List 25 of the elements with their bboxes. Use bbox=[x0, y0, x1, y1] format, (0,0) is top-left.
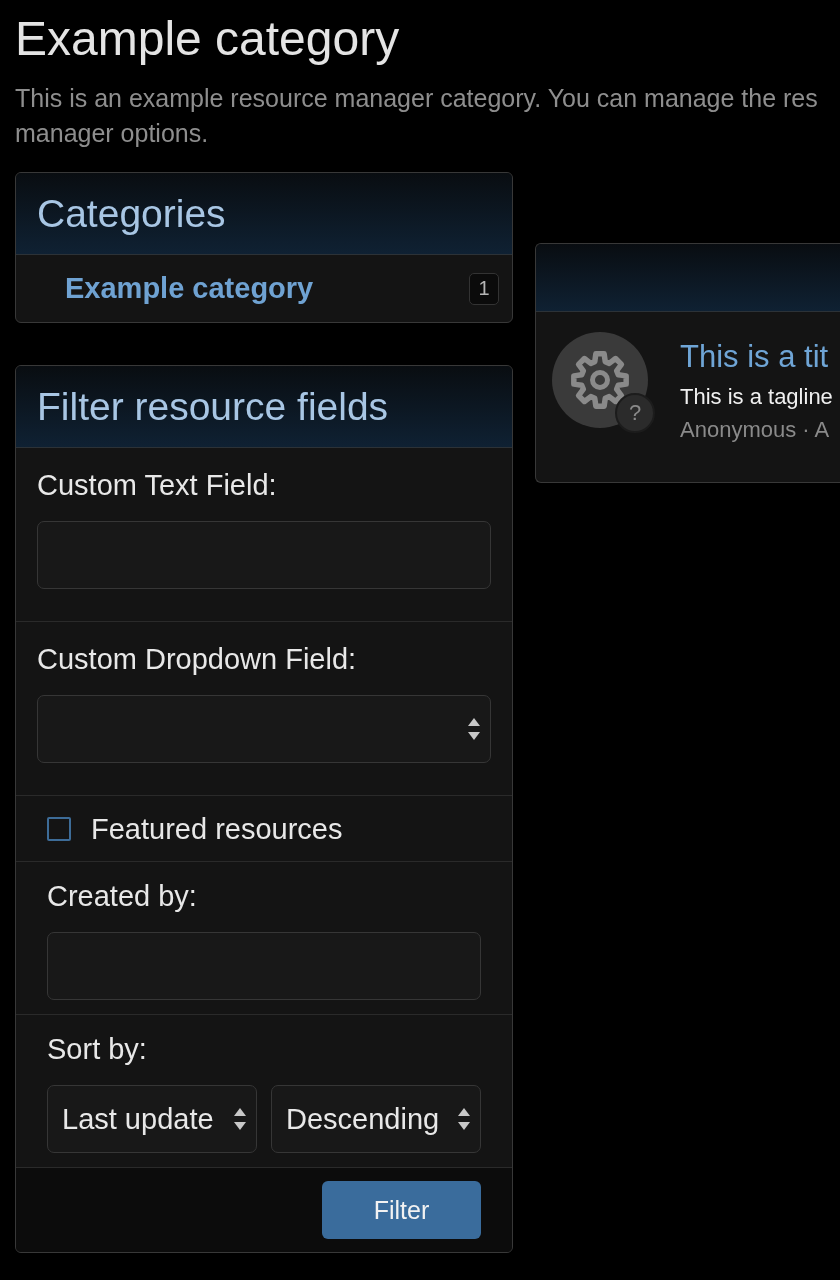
page-title: Example category bbox=[15, 11, 401, 66]
panel-title: Categories bbox=[37, 190, 226, 237]
field-label: Custom Dropdown Field: bbox=[37, 642, 357, 677]
category-link[interactable]: Example category bbox=[65, 272, 314, 305]
caret-icon bbox=[458, 1108, 470, 1130]
filter-button[interactable]: Filter bbox=[322, 1181, 481, 1239]
resource-tagline: This is a tagline bbox=[680, 383, 833, 411]
dropdown-field[interactable]: Last update bbox=[47, 1085, 257, 1153]
dropdown-field[interactable]: Descending bbox=[271, 1085, 481, 1153]
text-field[interactable] bbox=[47, 932, 481, 1000]
panel-title: Filter resource fields bbox=[37, 383, 389, 430]
checkbox[interactable] bbox=[47, 816, 71, 841]
checkbox-label: Featured resources bbox=[91, 811, 343, 847]
caret-icon bbox=[234, 1108, 246, 1130]
question-badge: ? bbox=[615, 393, 655, 433]
dropdown-field[interactable] bbox=[37, 695, 491, 763]
resource-meta: Anonymous · A bbox=[680, 416, 830, 444]
field-label: Created by: bbox=[47, 879, 197, 914]
caret-icon bbox=[468, 718, 480, 740]
text-field[interactable] bbox=[37, 521, 491, 589]
count-badge: 1 bbox=[469, 272, 499, 305]
resource-title-link[interactable]: This is a tit bbox=[680, 338, 829, 376]
category-description: This is an example resource manager category. You can manage the res manager options. bbox=[15, 83, 819, 149]
field-label: Sort by: bbox=[47, 1032, 147, 1067]
field-label: Custom Text Field: bbox=[37, 468, 277, 503]
